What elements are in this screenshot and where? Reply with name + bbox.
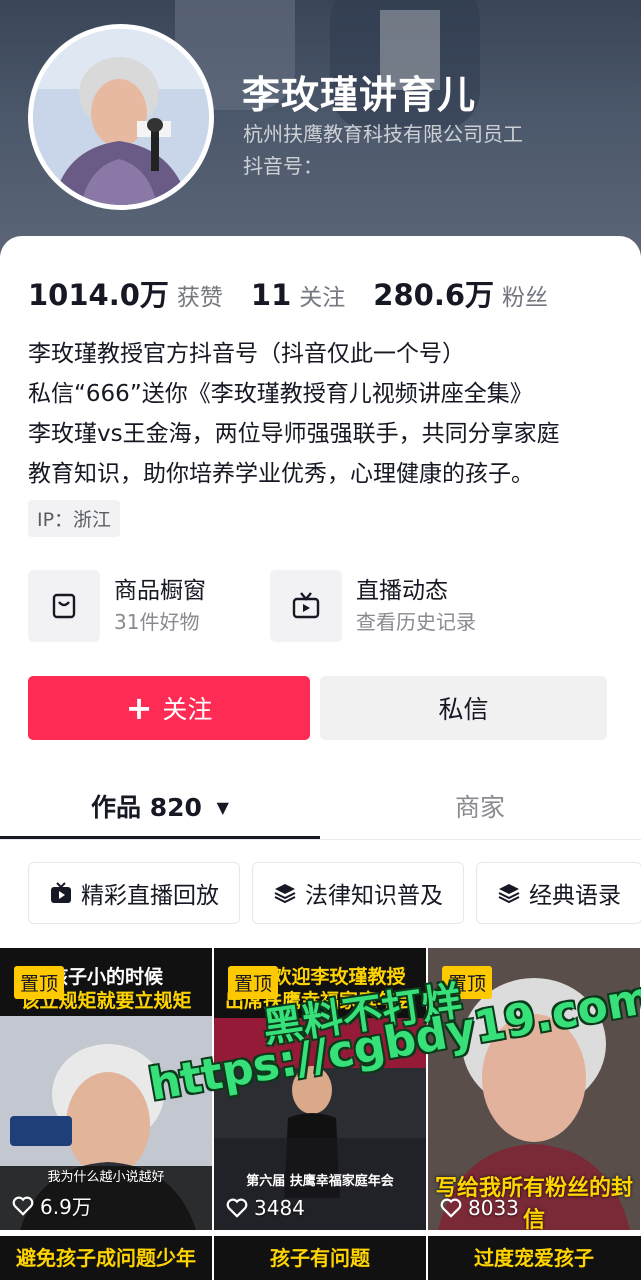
- avatar[interactable]: [28, 24, 214, 210]
- tab-works-label: 作品 820: [91, 793, 202, 822]
- following-label[interactable]: 关注: [299, 278, 345, 312]
- video-likes-count: 3484: [254, 1196, 305, 1220]
- shopping-bag-icon: [28, 570, 100, 642]
- profile-company: 杭州扶鹰教育科技有限公司员工: [243, 122, 523, 146]
- tv-play-icon: [49, 881, 73, 905]
- profile-header: 李玫瑾讲育儿 杭州扶鹰教育科技有限公司员工 抖音号：: [0, 0, 641, 270]
- likes-label: 获赞: [176, 285, 223, 311]
- follow-button-label: 关注: [162, 695, 213, 724]
- tab-shop[interactable]: 商家: [320, 784, 640, 832]
- tab-works[interactable]: 作品 820 ▼: [0, 784, 320, 835]
- shop-window-title: 商品橱窗: [114, 578, 206, 604]
- tv-icon: [270, 570, 342, 642]
- stats-row: 1014.0万 获赞 11 关注 280.6万 粉丝: [28, 272, 576, 314]
- avatar-image: [33, 29, 209, 205]
- chip-classic-quotes[interactable]: 经典语录: [476, 862, 641, 924]
- heart-icon: [12, 1196, 34, 1216]
- profile-bio: 李玫瑾教授官方抖音号（抖音仅此一个号） 私信“666”送你《李玫瑾教授育儿视频讲…: [28, 334, 628, 494]
- live-history-entry[interactable]: 直播动态 查看历史记录: [270, 570, 476, 642]
- douyin-id-label: 抖音号：: [243, 154, 323, 178]
- video-caption: 避免孩子成问题少年: [16, 1246, 196, 1270]
- layers-icon: [273, 881, 297, 905]
- message-button-label: 私信: [438, 695, 489, 724]
- ip-location-tag: IP：浙江: [28, 500, 121, 537]
- followers-label[interactable]: 粉丝: [502, 278, 548, 312]
- layers-icon: [497, 881, 521, 905]
- chip-label: 法律知识普及: [305, 883, 443, 909]
- video-thumbnail[interactable]: 避免孩子成问题少年: [0, 1236, 212, 1280]
- video-thumbnail[interactable]: 孩子有问题: [214, 1236, 426, 1280]
- live-history-title: 直播动态: [356, 578, 448, 604]
- video-likes: 6.9万: [12, 1191, 92, 1220]
- video-subtitle: 第六届 扶鹰幸福家庭年会: [246, 1174, 394, 1189]
- following-count[interactable]: 11: [251, 278, 291, 312]
- message-button[interactable]: 私信: [320, 676, 607, 740]
- shop-window-subtitle: 31件好物: [114, 610, 200, 634]
- bio-line: 李玫瑾vs王金海，两位导师强强联手，共同分享家庭: [28, 421, 560, 447]
- video-likes-count: 8033: [468, 1196, 519, 1220]
- shop-window-entry[interactable]: 商品橱窗 31件好物: [28, 570, 206, 642]
- chip-legal-knowledge[interactable]: 法律知识普及: [252, 862, 464, 924]
- bio-line: 私信“666”送你《李玫瑾教授育儿视频讲座全集》: [28, 381, 533, 407]
- followers-count[interactable]: 280.6万: [373, 272, 494, 314]
- chip-live-replay[interactable]: 精彩直播回放: [28, 862, 240, 924]
- video-thumbnail[interactable]: 过度宠爱孩子: [428, 1236, 641, 1280]
- live-history-subtitle: 查看历史记录: [356, 610, 476, 634]
- follow-button[interactable]: + 关注: [28, 676, 310, 740]
- video-likes: 3484: [226, 1196, 305, 1220]
- chip-label: 精彩直播回放: [81, 883, 219, 909]
- chip-label: 经典语录: [529, 883, 621, 909]
- video-subtitle: 我为什么越小说越好: [47, 1170, 165, 1185]
- caret-down-icon: ▼: [216, 798, 229, 817]
- heart-icon: [440, 1198, 462, 1218]
- video-likes: 8033: [440, 1196, 519, 1220]
- bio-line: 李玫瑾教授官方抖音号（抖音仅此一个号）: [28, 341, 465, 367]
- bio-line: 教育知识，助你培养学业优秀，心理健康的孩子。: [28, 461, 534, 487]
- content-tabs: 作品 820 ▼ 商家: [0, 784, 641, 840]
- video-caption: 孩子有问题: [270, 1246, 370, 1270]
- divider: [0, 839, 641, 840]
- heart-icon: [226, 1198, 248, 1218]
- likes-count: 1014.0万: [28, 278, 169, 312]
- video-likes-count: 6.9万: [40, 1195, 92, 1219]
- video-caption: 过度宠爱孩子: [474, 1246, 594, 1270]
- pinned-badge: 置顶: [14, 966, 65, 999]
- profile-nickname: 李玫瑾讲育儿: [242, 73, 477, 117]
- collection-chips: 精彩直播回放 法律知识普及 经典语录: [28, 862, 641, 924]
- plus-icon: +: [125, 689, 153, 727]
